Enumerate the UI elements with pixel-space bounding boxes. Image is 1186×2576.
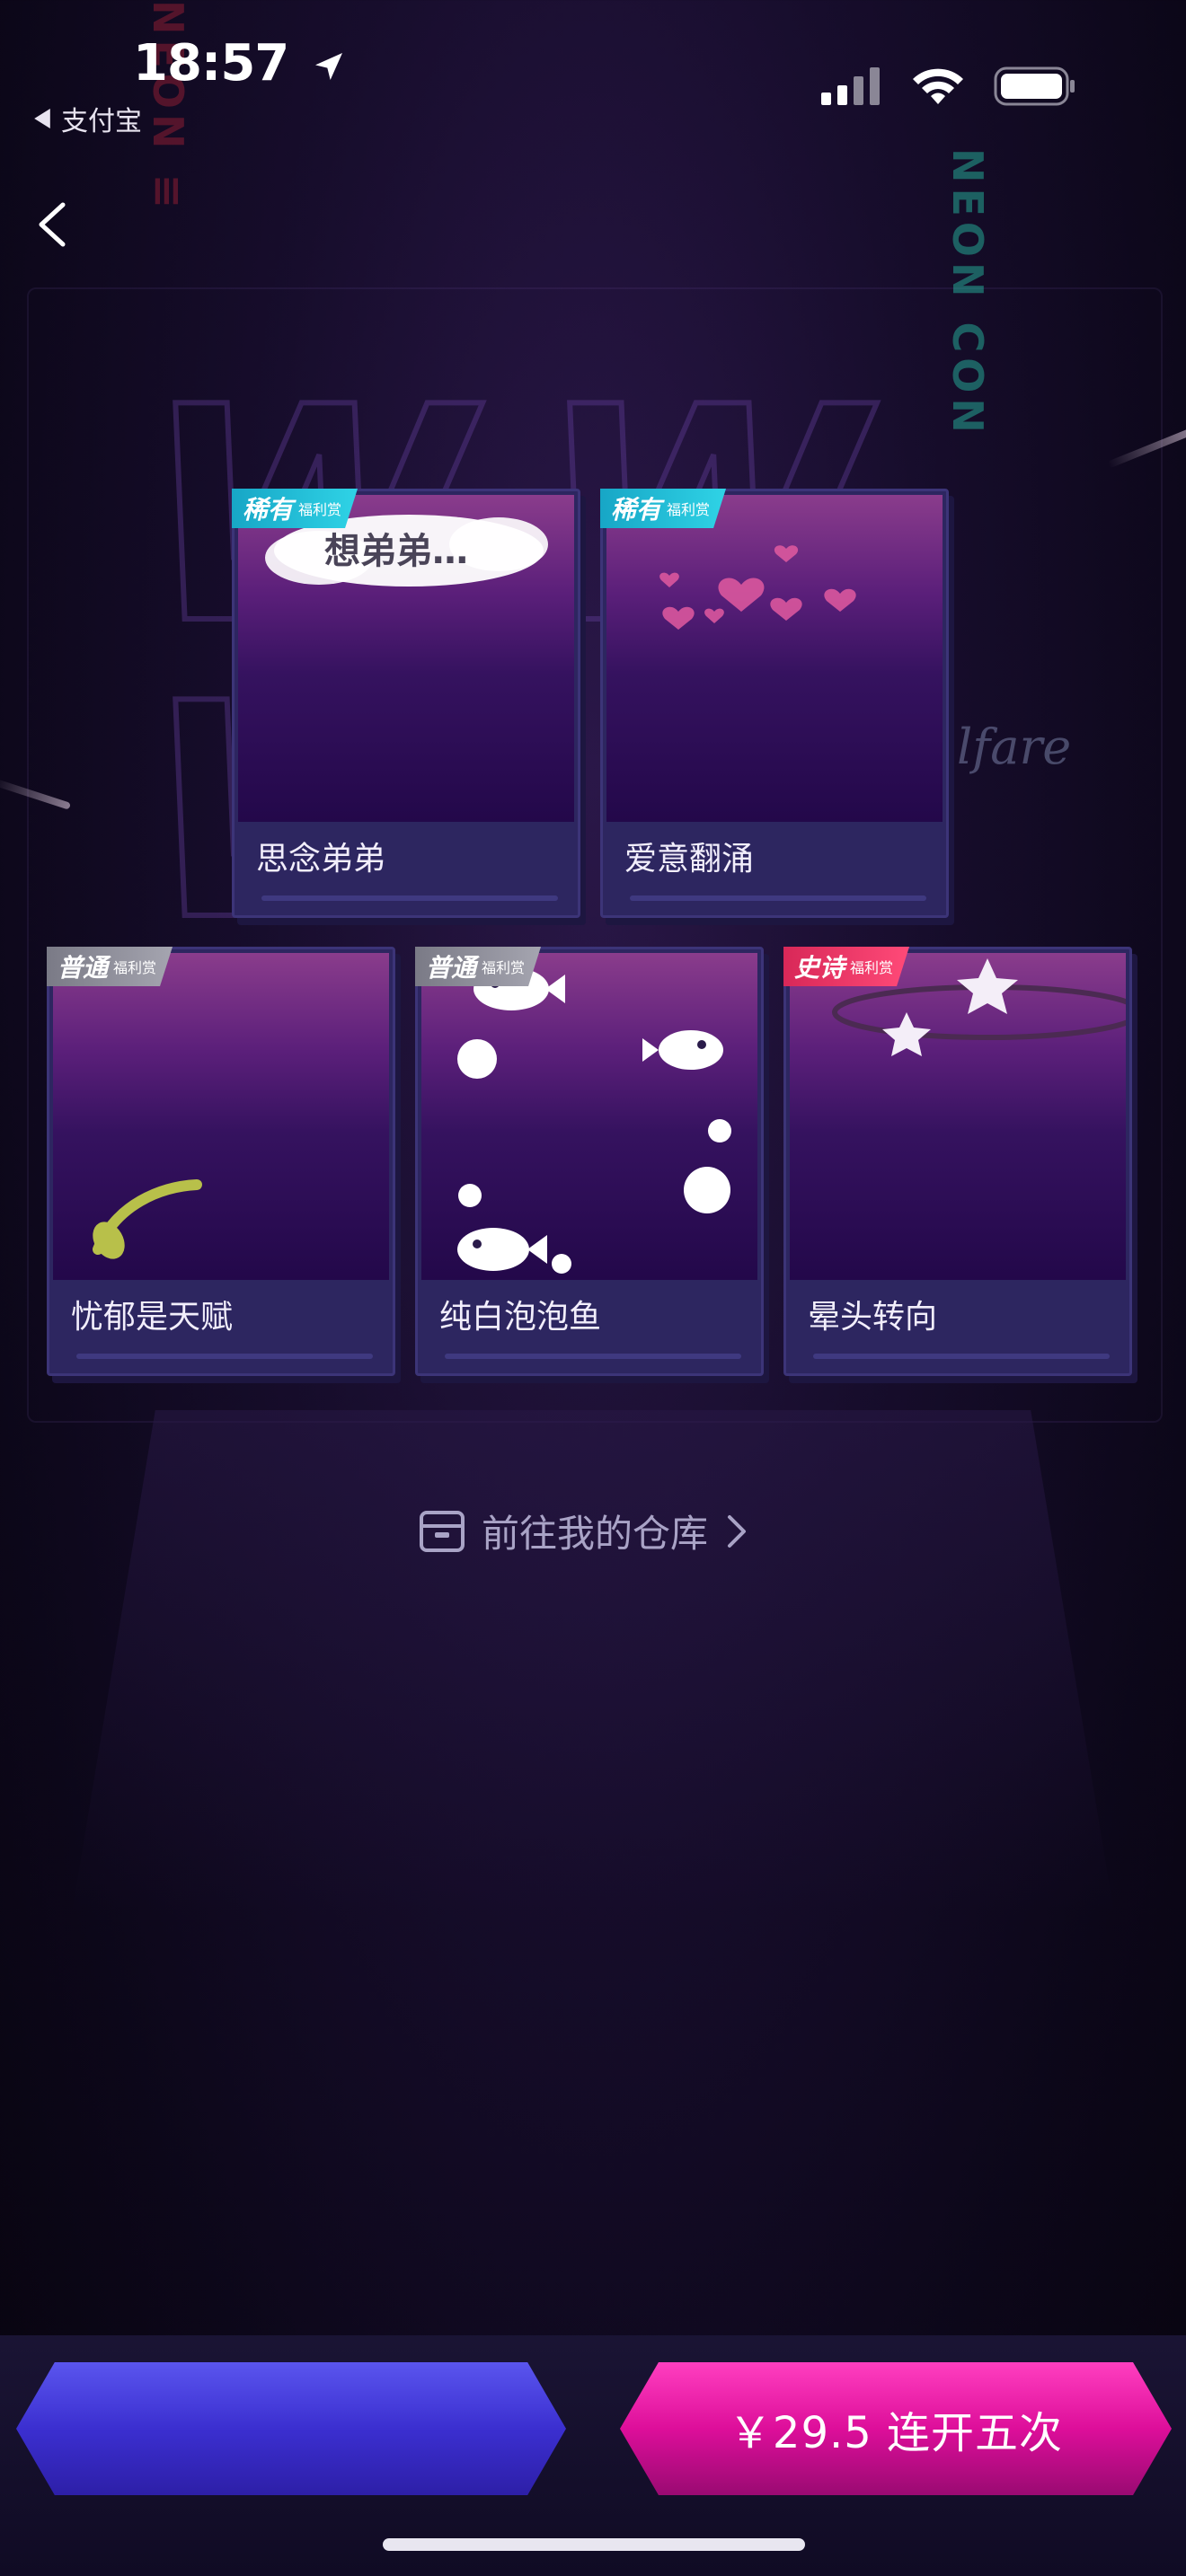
prize-card[interactable]: 纯白泡泡鱼 普通 福利赏	[415, 947, 769, 1383]
open-five-times-button[interactable]: ￥29.5 连开五次	[620, 2362, 1172, 2495]
home-indicator[interactable]	[383, 2538, 805, 2551]
card-body: 爱意翻涌	[600, 489, 949, 918]
card-label: 忧郁是天赋	[71, 1299, 234, 1336]
card-foot-bar	[630, 895, 926, 901]
card-foot-bar	[261, 895, 558, 901]
rarity-badge: 普通 福利赏	[47, 947, 173, 986]
warehouse-link-label: 前往我的仓库	[482, 1512, 709, 1556]
prize-card[interactable]: 爱意翻涌 稀有 福利赏	[600, 489, 954, 925]
battery-icon	[994, 66, 1075, 106]
background-neon-sign-left: NEON ≡	[144, 0, 192, 215]
back-triangle-icon	[34, 109, 50, 128]
card-artwork	[790, 953, 1126, 1280]
card-body: 想弟弟… 思念弟弟	[232, 489, 580, 918]
hearts-graphic	[659, 545, 856, 630]
card-foot-bar	[76, 1354, 373, 1359]
back-button[interactable]	[27, 198, 81, 251]
card-body: 忧郁是天赋	[47, 947, 395, 1376]
card-label: 纯白泡泡鱼	[439, 1299, 602, 1336]
background-script-text: lfare	[957, 719, 1072, 775]
open-once-button[interactable]	[16, 2362, 566, 2495]
rarity-badge: 普通 福利赏	[415, 947, 542, 986]
prize-card[interactable]: 想弟弟… 思念弟弟 稀有 福利赏	[232, 489, 586, 925]
open-five-times-label: ￥29.5 连开五次	[728, 2408, 1064, 2458]
rarity-badge: 稀有 福利赏	[232, 489, 358, 528]
card-artwork	[606, 495, 943, 822]
card-artwork: 想弟弟…	[238, 495, 574, 822]
card-label: 爱意翻涌	[624, 841, 755, 878]
box-icon	[420, 1510, 465, 1552]
chevron-left-icon	[39, 202, 66, 247]
location-arrow-icon	[314, 52, 342, 80]
card-body: 晕头转向	[783, 947, 1132, 1376]
status-indicators	[821, 66, 1076, 106]
card-art-text: 想弟弟…	[324, 531, 468, 572]
card-foot-bar	[445, 1354, 741, 1359]
prize-card[interactable]: 晕头转向 史诗 福利赏	[783, 947, 1137, 1383]
back-to-app-link[interactable]: 支付宝	[32, 99, 142, 138]
dizzy-stars-graphic	[832, 958, 1126, 1056]
sprout-graphic	[93, 1179, 202, 1259]
card-body: 纯白泡泡鱼	[415, 947, 764, 1376]
bubble-fish-graphic	[457, 967, 731, 1274]
card-artwork	[53, 953, 389, 1280]
card-foot-bar	[813, 1354, 1110, 1359]
prize-card[interactable]: 忧郁是天赋 普通 福利赏	[47, 947, 401, 1383]
chevron-right-icon	[728, 1514, 747, 1548]
warehouse-link[interactable]: 前往我的仓库	[419, 1504, 749, 1558]
rarity-badge: 稀有 福利赏	[600, 489, 727, 528]
card-label: 思念弟弟	[256, 841, 386, 878]
rarity-badge: 史诗 福利赏	[783, 947, 910, 986]
cellular-signal-icon	[821, 67, 880, 105]
background-floor	[72, 1410, 1114, 1913]
background-neon-sign-right: NEON CON	[943, 148, 992, 438]
card-artwork	[421, 953, 757, 1280]
card-label: 晕头转向	[808, 1299, 938, 1336]
status-time: 18:57	[133, 34, 347, 93]
wifi-icon	[913, 68, 963, 104]
